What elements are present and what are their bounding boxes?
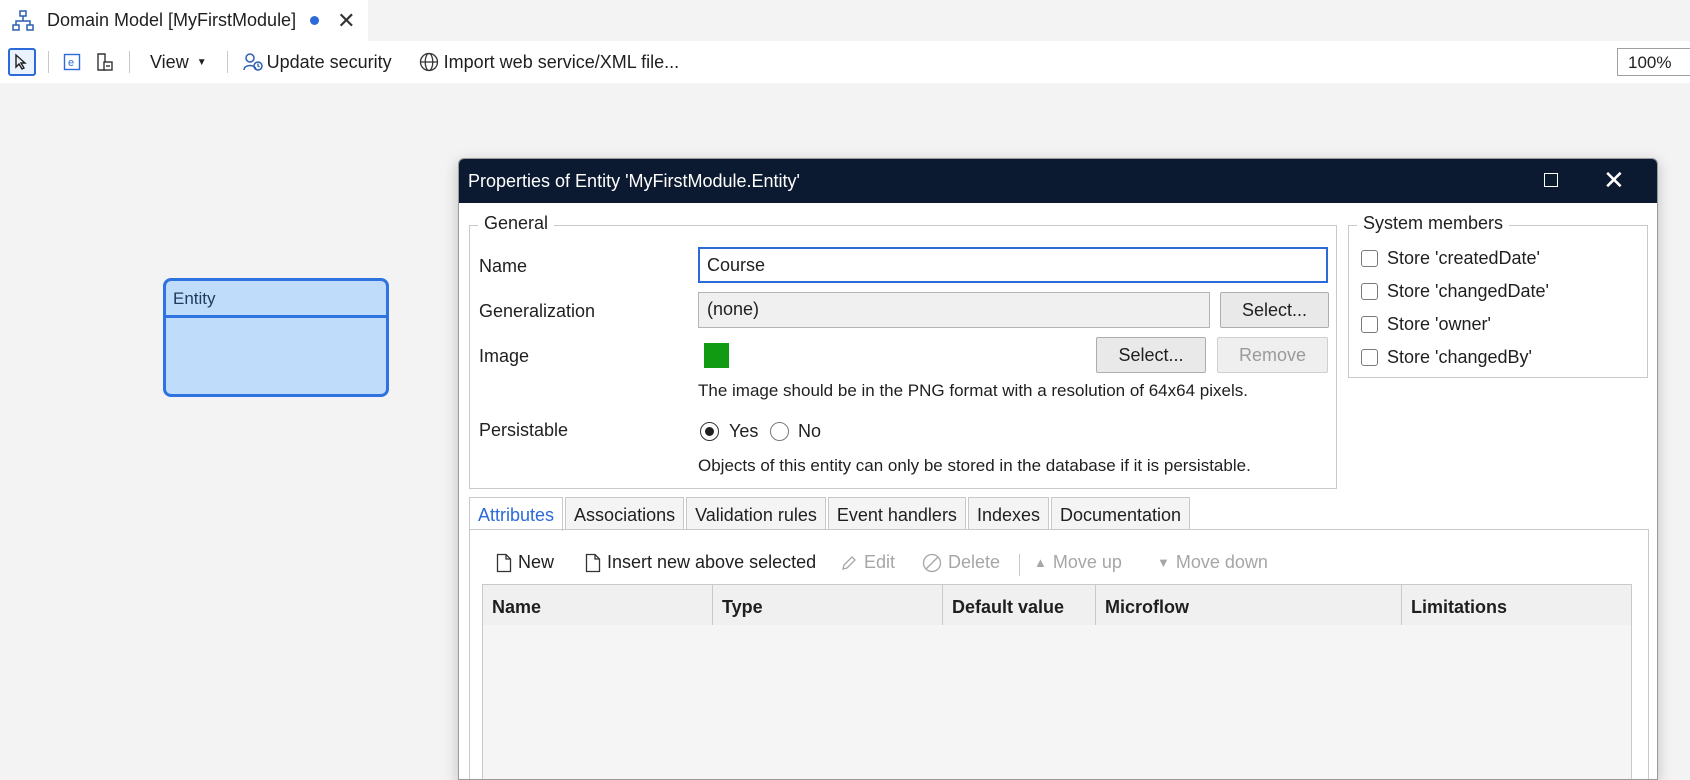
toolbar-separator (226, 51, 228, 73)
view-menu-label: View (150, 51, 189, 72)
column-header-name[interactable]: Name (483, 585, 713, 625)
update-security-button[interactable]: Update security (242, 51, 392, 73)
new-document-icon (496, 553, 512, 572)
document-tab-strip: Domain Model [MyFirstModule] ✕ (0, 0, 1690, 41)
persistable-yes-label[interactable]: Yes (729, 421, 758, 442)
new-attribute-button[interactable]: New (496, 552, 554, 573)
document-tab-title: Domain Model [MyFirstModule] (47, 10, 297, 30)
store-owner-checkbox[interactable] (1361, 316, 1378, 333)
move-down-button[interactable]: ▼ Move down (1157, 552, 1268, 573)
close-icon[interactable]: ✕ (1603, 167, 1625, 193)
maximize-icon[interactable] (1544, 173, 1558, 187)
security-icon (242, 53, 263, 71)
entity-name-field[interactable] (698, 247, 1328, 283)
persistable-no-radio[interactable] (770, 422, 789, 441)
tab-documentation[interactable]: Documentation (1050, 497, 1191, 529)
toolbar-separator (129, 51, 130, 73)
insert-document-icon (585, 553, 601, 572)
insert-attribute-label: Insert new above selected (607, 552, 817, 572)
dialog-title: Properties of Entity 'MyFirstModule.Enti… (468, 171, 800, 191)
generalization-label: Generalization (479, 301, 596, 321)
import-web-service-label: Import web service/XML file... (443, 51, 680, 72)
svg-text:e: e (68, 57, 74, 69)
triangle-down-icon: ▼ (1157, 555, 1170, 570)
persistable-hint-text: Objects of this entity can only be store… (698, 456, 1251, 475)
column-header-microflow[interactable]: Microflow (1096, 585, 1402, 625)
store-created-date-checkbox[interactable] (1361, 250, 1378, 267)
tab-associations[interactable]: Associations (565, 497, 685, 529)
import-web-service-button[interactable]: Import web service/XML file... (419, 52, 679, 73)
entity-divider (166, 315, 386, 318)
store-changed-date-checkbox[interactable] (1361, 283, 1378, 300)
persistable-no-label[interactable]: No (798, 421, 821, 442)
column-header-limitations[interactable]: Limitations (1402, 585, 1631, 625)
close-tab-icon[interactable]: ✕ (337, 9, 355, 32)
general-group-legend: General (478, 213, 555, 234)
external-entity-icon (97, 53, 113, 71)
generalization-field: (none) (698, 292, 1210, 328)
triangle-up-icon: ▲ (1034, 555, 1047, 570)
document-tab[interactable]: Domain Model [MyFirstModule] ✕ (0, 0, 368, 41)
zoom-level-input[interactable]: 100% (1617, 48, 1690, 76)
store-changed-date-label[interactable]: Store 'changedDate' (1387, 281, 1549, 302)
name-label: Name (479, 256, 528, 276)
image-select-button[interactable]: Select... (1096, 337, 1206, 373)
globe-icon (419, 52, 438, 72)
image-hint-text: The image should be in the PNG format wi… (698, 381, 1248, 400)
toolbar-separator (48, 51, 49, 73)
edit-attribute-label: Edit (864, 552, 896, 572)
move-up-button[interactable]: ▲ Move up (1034, 552, 1122, 573)
store-changed-by-label[interactable]: Store 'changedBy' (1387, 347, 1532, 368)
attributes-grid-body[interactable] (482, 625, 1632, 779)
image-remove-button[interactable]: Remove (1217, 337, 1328, 373)
pointer-icon (15, 53, 27, 70)
attributes-grid-header: Name Type Default value Microflow Limita… (482, 584, 1632, 626)
tab-validation-rules[interactable]: Validation rules (686, 497, 826, 529)
store-created-date-label[interactable]: Store 'createdDate' (1387, 248, 1540, 269)
tab-attributes[interactable]: Attributes (469, 497, 564, 531)
entity-icon: e (63, 53, 81, 71)
column-header-type[interactable]: Type (713, 585, 943, 625)
entity-properties-dialog: Properties of Entity 'MyFirstModule.Enti… (458, 158, 1658, 780)
pencil-icon (842, 555, 856, 570)
generalization-select-button[interactable]: Select... (1220, 292, 1329, 328)
domain-model-icon (12, 9, 34, 32)
image-preview (704, 343, 729, 368)
new-attribute-label: New (518, 552, 555, 572)
column-header-default-value[interactable]: Default value (943, 585, 1096, 625)
move-down-label: Move down (1175, 552, 1268, 572)
entity-name-label: Entity (173, 289, 216, 308)
editor-toolbar: e View ▼ Update security Import web serv… (0, 41, 1690, 83)
entity-shape[interactable]: Entity (163, 278, 389, 397)
image-label: Image (479, 346, 530, 366)
actions-separator (1019, 554, 1020, 576)
properties-tabs: Attributes Associations Validation rules… (469, 497, 1192, 531)
add-external-entity-button[interactable] (95, 52, 115, 72)
update-security-label: Update security (266, 51, 392, 72)
tab-indexes[interactable]: Indexes (967, 497, 1049, 529)
store-owner-label[interactable]: Store 'owner' (1387, 314, 1491, 335)
persistable-label: Persistable (479, 420, 569, 440)
tab-event-handlers[interactable]: Event handlers (827, 497, 966, 529)
dialog-titlebar[interactable]: Properties of Entity 'MyFirstModule.Enti… (459, 159, 1657, 203)
unsaved-indicator (310, 16, 320, 25)
pointer-tool-button[interactable] (8, 48, 36, 76)
persistable-yes-radio[interactable] (700, 422, 719, 441)
system-members-legend: System members (1357, 213, 1510, 234)
view-menu-button[interactable]: View ▼ (150, 52, 207, 73)
edit-attribute-button[interactable]: Edit (840, 552, 895, 573)
delete-icon (922, 553, 942, 572)
delete-attribute-label: Delete (948, 552, 1001, 572)
add-entity-button[interactable]: e (63, 53, 81, 71)
insert-attribute-button[interactable]: Insert new above selected (585, 552, 816, 573)
caret-down-icon: ▼ (196, 56, 207, 68)
store-changed-by-checkbox[interactable] (1361, 349, 1378, 366)
delete-attribute-button[interactable]: Delete (922, 552, 1000, 573)
move-up-label: Move up (1052, 552, 1122, 572)
